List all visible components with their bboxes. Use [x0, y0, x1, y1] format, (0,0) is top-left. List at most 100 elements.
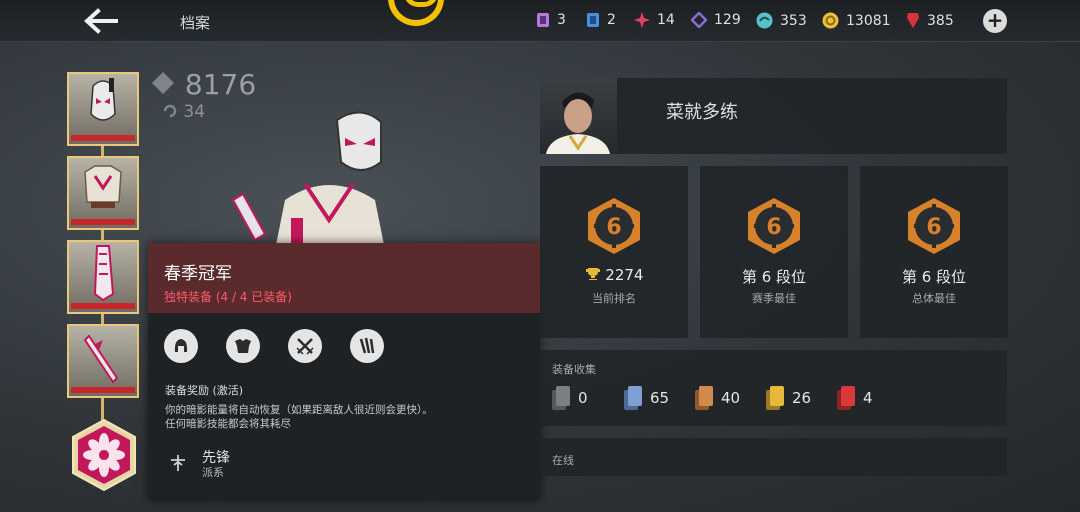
gold-cards-icon	[766, 386, 784, 410]
gear-power-value: 8176	[184, 68, 257, 101]
rarity-bar	[71, 303, 135, 309]
online-status-panel: 在线	[540, 438, 1007, 476]
set-bonus-button[interactable]	[70, 418, 138, 492]
player-profile[interactable]: 菜就多练	[540, 78, 1007, 154]
currency-blue-card[interactable]: 2	[586, 12, 616, 28]
currency-red-gem[interactable]: 385	[906, 12, 954, 29]
gear-slot-helmet[interactable]	[67, 72, 139, 146]
rank-card-overall-best[interactable]: 6 第 6 段位 总体最佳	[860, 166, 1008, 338]
faction-label: 派系	[202, 466, 224, 479]
collection-common: 0	[552, 386, 588, 410]
add-currency-button[interactable]: +	[983, 9, 1007, 33]
gear-collection-panel[interactable]: 装备收集 0 65 40 26 4	[540, 350, 1007, 426]
rank-tier: 6	[766, 215, 781, 240]
set-status: 独特装备 (4 / 4 已装备)	[164, 290, 292, 304]
back-button[interactable]	[80, 6, 120, 36]
rank-label: 总体最佳	[912, 292, 956, 305]
flower-emblem-icon	[72, 418, 136, 492]
hero-level: 34	[162, 102, 205, 122]
gold-coin-icon	[822, 12, 839, 29]
popup-header: 春季冠军 独特装备 (4 / 4 已装备)	[148, 243, 540, 313]
rank-score: 2274	[605, 266, 644, 284]
teal-swirl-icon	[756, 12, 773, 29]
throwing-knives-icon	[350, 329, 384, 363]
swirl-icon	[163, 104, 177, 118]
rarity-bar	[71, 219, 135, 225]
rank-card-current[interactable]: 6 2274 当前排名	[540, 166, 688, 338]
rank-tier: 6	[926, 215, 941, 240]
rank-emblem-icon: 6	[908, 198, 960, 254]
hero-character	[231, 111, 385, 250]
slot-connector	[101, 398, 104, 420]
red-gem-icon	[907, 13, 919, 28]
armor-icon	[84, 165, 122, 208]
currency-value: 353	[780, 12, 807, 29]
collection-count: 26	[792, 389, 812, 407]
red-cards-icon	[837, 386, 855, 410]
collection-heading: 装备收集	[552, 363, 596, 376]
bonus-line: 你的暗影能量将自动恢复（如果距离敌人很近则会更快）。	[165, 404, 433, 416]
rarity-bar	[71, 135, 135, 141]
gray-cards-icon	[552, 386, 570, 410]
gear-slot-armor[interactable]	[67, 156, 139, 230]
vanguard-faction-icon	[171, 455, 185, 471]
rank-tier: 6	[606, 215, 621, 240]
collection-legendary: 26	[766, 386, 811, 410]
crossed-swords-icon	[288, 329, 322, 363]
hero-level-value: 34	[183, 102, 206, 122]
rank-value: 第 6 段位	[741, 268, 807, 286]
blade-icon	[93, 245, 115, 302]
currency-gold-coin[interactable]: 13081	[822, 12, 891, 29]
throwing-blade-icon	[83, 334, 119, 384]
gear-slot-ranged[interactable]	[67, 324, 139, 398]
collection-count: 0	[578, 389, 588, 407]
currency-value: 14	[657, 12, 675, 28]
trophy-icon	[585, 268, 600, 280]
collection-rare: 65	[624, 386, 669, 410]
blue-card-icon	[587, 13, 599, 27]
currency-purple-ticket[interactable]: 3	[536, 12, 566, 28]
rank-value: 第 6 段位	[901, 268, 967, 286]
currency-value: 129	[714, 12, 741, 28]
arrow-left-icon	[84, 8, 118, 34]
rank-value: 2274	[540, 266, 688, 284]
currency-value: 2	[607, 12, 616, 28]
collection-count: 40	[721, 389, 741, 407]
currency-value: 385	[927, 12, 954, 29]
collection-unique: 4	[837, 386, 873, 410]
power-diamond-icon	[152, 72, 174, 94]
helmet-piece-icon	[164, 329, 198, 363]
player-portrait-icon	[546, 92, 610, 154]
currency-value: 13081	[846, 12, 891, 29]
collection-epic: 40	[695, 386, 740, 410]
blue-cards-icon	[624, 386, 642, 410]
top-bar: 档案 3 2 14 129 353 13081 385 +	[0, 0, 1080, 42]
bonus-heading: 装备奖励 (激活)	[165, 384, 244, 397]
plus-icon: +	[986, 8, 1004, 32]
currency-teal-swirl[interactable]: 353	[756, 12, 807, 29]
rank-card-season-best[interactable]: 6 第 6 段位 赛季最佳	[700, 166, 848, 338]
helmet-icon	[90, 78, 116, 121]
pink-star-icon	[634, 12, 650, 28]
collection-count: 4	[863, 389, 873, 407]
violet-diamond-icon	[691, 12, 707, 28]
currency-violet-diamond[interactable]: 129	[691, 12, 741, 28]
currency-pink-star[interactable]: 14	[634, 12, 675, 28]
set-name: 春季冠军	[164, 264, 232, 284]
rarity-bar	[71, 387, 135, 393]
avatar	[540, 78, 617, 154]
set-bonus-popup: 春季冠军 独特装备 (4 / 4 已装备) 装备奖励 (激活) 你的暗影能量将自…	[148, 243, 540, 500]
gear-power: 8176	[150, 68, 256, 101]
bonus-description: 你的暗影能量将自动恢复（如果距离敌人很近则会更快）。 任何暗影技能都会将其耗尽	[165, 403, 433, 431]
rank-emblem-icon: 6	[588, 198, 640, 254]
faction-emblem-icon	[388, 0, 444, 26]
rank-emblem-icon: 6	[748, 198, 800, 254]
orange-cards-icon	[695, 386, 713, 410]
page-title: 档案	[180, 14, 211, 32]
collection-count: 65	[650, 389, 670, 407]
player-name: 菜就多练	[666, 102, 738, 123]
purple-ticket-icon	[537, 13, 549, 27]
rank-label: 赛季最佳	[752, 292, 796, 305]
set-piece-icons	[164, 329, 384, 363]
gear-slot-weapon[interactable]	[67, 240, 139, 314]
